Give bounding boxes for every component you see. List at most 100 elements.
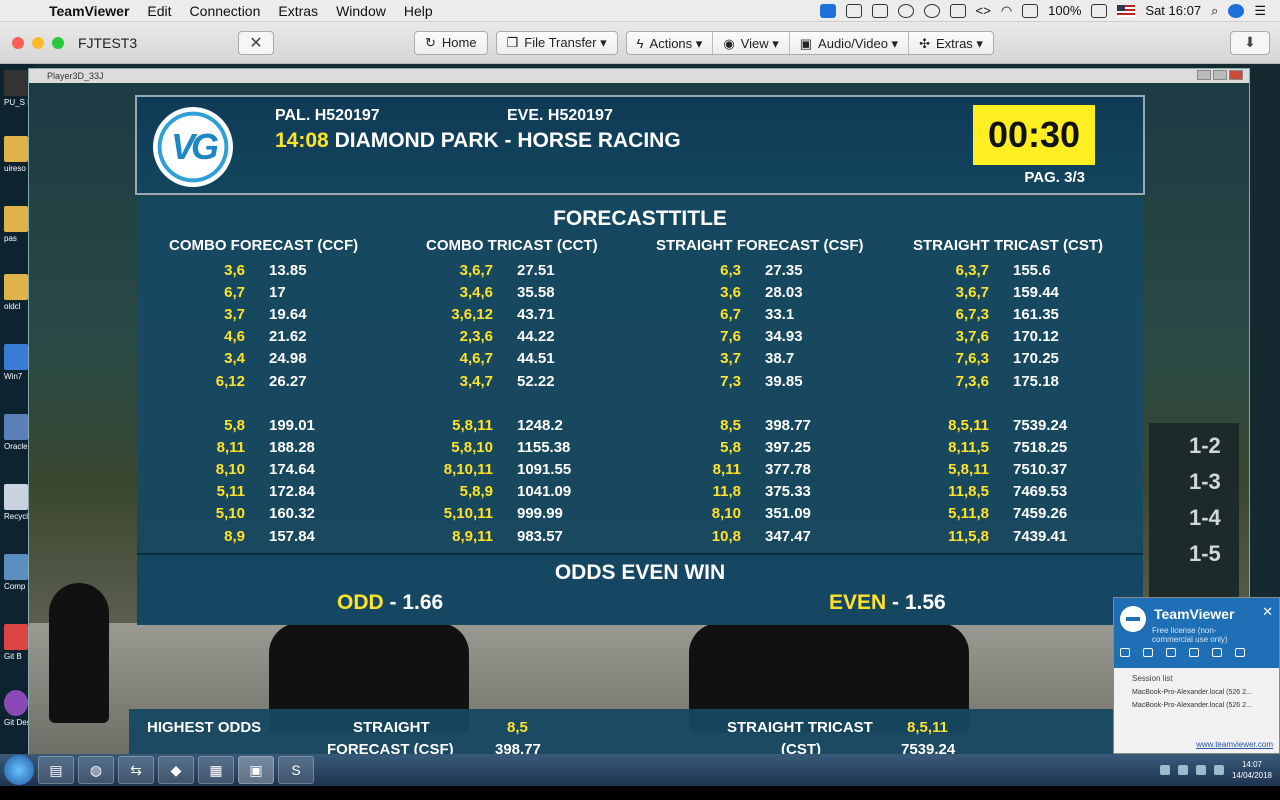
forecast-combo: 2,3,6: [459, 328, 493, 346]
recycle-bin-icon: [4, 484, 28, 510]
taskbar-chrome[interactable]: ◍: [78, 756, 114, 784]
files-icon[interactable]: [1189, 648, 1199, 657]
flag-icon[interactable]: [1117, 4, 1136, 17]
forecast-row: 3,4,6 35.58: [427, 281, 571, 303]
extras-label: Extras ▾: [935, 35, 983, 51]
taskbar-sublime[interactable]: S: [278, 756, 314, 784]
session-item[interactable]: MacBook-Pro-Alexander.local (526 2...: [1114, 696, 1279, 709]
forecast-combo: 8,11,5: [948, 438, 989, 456]
forecast-row: 7,6,3 170.25: [927, 348, 1067, 370]
forecast-combo: 11,8: [712, 483, 741, 501]
extras-button[interactable]: ✣ Extras ▾: [909, 32, 993, 56]
forecast-combo: 6,7: [720, 305, 741, 323]
forecast-value: 1248.2: [517, 416, 563, 434]
forecast-combo: 7,6,3: [955, 350, 989, 368]
forecast-combo: 5,11,8: [948, 505, 989, 523]
even-label: EVEN: [829, 591, 887, 614]
close-panel-button[interactable]: ✕: [1262, 604, 1273, 620]
forecast-row: 5,11,8 7459.26: [927, 503, 1067, 525]
cst-value: 7539.24: [901, 741, 956, 754]
menu-extras[interactable]: Extras: [269, 3, 327, 19]
forecast-value: 24.98: [269, 350, 307, 368]
siri-icon[interactable]: [1228, 3, 1245, 18]
teamviewer-tray-icon[interactable]: [819, 3, 836, 18]
shortcut-icon: [4, 70, 28, 96]
odds-even-win-bar: ODDS EVEN WIN ODD - 1.66 EVEN - 1.56: [137, 553, 1143, 625]
forecast-csf-label: FORECAST (CSF): [327, 741, 454, 754]
forecast-value: 160.32: [269, 505, 315, 523]
taskbar-app[interactable]: ◆: [158, 756, 194, 784]
docker-icon[interactable]: [845, 3, 862, 18]
airplay-icon[interactable]: [1022, 3, 1039, 18]
forecast-combo: 3,4,7: [459, 372, 493, 390]
session-list-header[interactable]: Session list: [1114, 668, 1279, 683]
menu-help[interactable]: Help: [395, 3, 442, 19]
battery-percent: 100%: [1048, 3, 1082, 18]
zoom-window-icon[interactable]: [52, 36, 64, 49]
forecast-value: 161.35: [1013, 305, 1059, 323]
forecast-value: 7510.37: [1013, 461, 1068, 479]
headset-icon[interactable]: [1143, 648, 1153, 657]
taskbar-teamviewer[interactable]: ⇆: [118, 756, 154, 784]
menu-edit[interactable]: Edit: [138, 3, 180, 19]
file-transfer-button[interactable]: ❐ File Transfer ▾: [495, 30, 618, 55]
code-icon[interactable]: <>: [976, 3, 991, 18]
battery-icon[interactable]: [1091, 3, 1108, 18]
wifi-icon[interactable]: ◠: [1001, 3, 1012, 19]
maximize-icon[interactable]: [1213, 70, 1227, 80]
start-button[interactable]: [4, 755, 34, 785]
tray-icon[interactable]: [1159, 765, 1170, 775]
collapse-icon[interactable]: [1235, 648, 1245, 657]
forecast-row: 7,6 34.93: [677, 326, 811, 348]
video-icon[interactable]: [1120, 648, 1130, 657]
remote-desktop[interactable]: PU_S Shor uireso pas oldcl Win7 Oracle V…: [0, 64, 1280, 754]
menu-app-teamviewer[interactable]: TeamViewer: [40, 3, 138, 19]
forecast-combo: 4,6: [224, 328, 245, 346]
close-session-button[interactable]: ✕: [238, 30, 274, 55]
forecast-row: 5,8 397.25: [677, 436, 811, 458]
race-name: DIAMOND PARK - HORSE RACING: [334, 129, 681, 152]
session-item[interactable]: MacBook-Pro-Alexander.local (526 2...: [1114, 683, 1279, 696]
check-icon[interactable]: [897, 3, 914, 18]
cloud-icon[interactable]: [923, 3, 940, 18]
column-header-cst: STRAIGHT TRICAST (CST): [913, 237, 1103, 254]
memory-icon[interactable]: [949, 3, 966, 18]
highest-odds-footer: HIGHEST ODDS STRAIGHT FORECAST (CSF) 8,5…: [129, 709, 1139, 754]
dropbox-icon[interactable]: [871, 3, 888, 18]
notification-center-icon[interactable]: ☰: [1254, 3, 1266, 19]
home-button[interactable]: ↻ Home: [414, 30, 488, 55]
view-button[interactable]: ◉ View ▾: [713, 31, 790, 56]
menubar-clock[interactable]: Sat 16:07: [1145, 3, 1201, 18]
minimize-icon[interactable]: [1197, 70, 1211, 80]
forecast-value: 174.64: [269, 461, 315, 479]
straight-label: STRAIGHT: [353, 719, 430, 736]
close-window-icon[interactable]: [12, 36, 24, 49]
menu-connection[interactable]: Connection: [181, 3, 270, 19]
system-tray: 14:07 14/04/2018: [1159, 759, 1280, 781]
folder-icon: [4, 274, 28, 300]
forecast-value: 351.09: [765, 505, 811, 523]
taskbar-app[interactable]: ▦: [198, 756, 234, 784]
forecast-combo: 3,6,7: [459, 261, 493, 279]
forecast-value: 43.71: [517, 305, 555, 323]
volume-icon[interactable]: [1195, 765, 1206, 775]
tray-icon[interactable]: [1177, 765, 1188, 775]
minimize-window-icon[interactable]: [32, 36, 44, 49]
forecast-combo: 3,6: [224, 261, 245, 279]
logo-text: VG: [170, 126, 219, 167]
audio-video-button[interactable]: ▣ Audio/Video ▾: [790, 31, 910, 56]
taskbar-clock[interactable]: 14:07 14/04/2018: [1232, 759, 1272, 781]
taskbar-explorer[interactable]: ▤: [38, 756, 74, 784]
menubar-tray: <> ◠ 100% Sat 16:07 ⌕ ☰: [819, 3, 1280, 19]
teamviewer-link[interactable]: www.teamviewer.com: [1196, 740, 1273, 749]
spotlight-icon[interactable]: ⌕: [1211, 3, 1218, 19]
taskbar-player[interactable]: ▣: [238, 756, 274, 784]
chat-icon[interactable]: [1166, 648, 1176, 657]
menu-window[interactable]: Window: [327, 3, 395, 19]
close-icon[interactable]: [1229, 70, 1243, 80]
forecast-row: 2,3,6 44.22: [427, 326, 571, 348]
actions-button[interactable]: ϟ Actions ▾: [627, 31, 714, 56]
tools-icon[interactable]: [1212, 648, 1222, 657]
download-button[interactable]: ⬇: [1230, 30, 1270, 55]
network-icon[interactable]: [1213, 765, 1224, 775]
